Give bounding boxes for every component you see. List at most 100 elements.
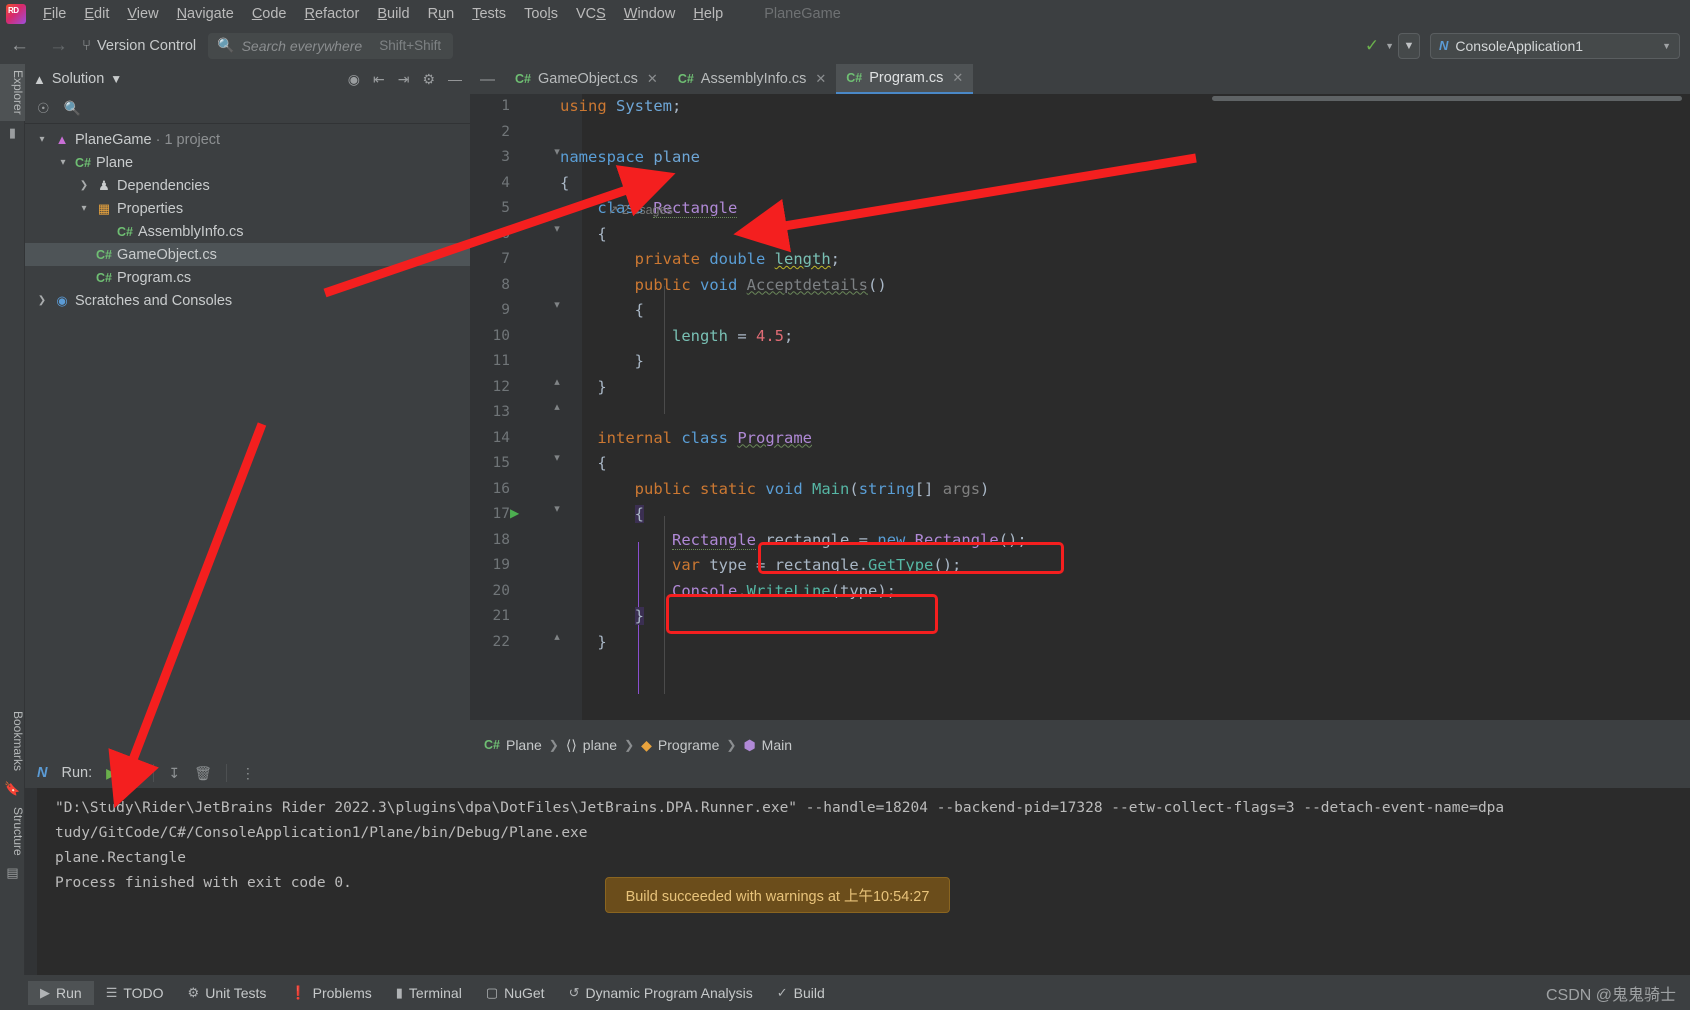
fold-marker[interactable]: ▴ [550, 400, 564, 413]
code-line[interactable]: 8 public void Acceptdetails() [470, 273, 1690, 299]
menu-navigate[interactable]: Navigate [168, 3, 243, 25]
fold-marker[interactable]: ▴ [550, 630, 564, 643]
code-line[interactable]: 15 { [470, 451, 1690, 477]
statusbar-item-terminal[interactable]: ▮ Terminal [384, 981, 474, 1005]
menu-file[interactable]: File [34, 3, 75, 25]
minimize-icon[interactable]: — [448, 71, 462, 87]
fold-marker[interactable]: ▾ [550, 298, 564, 311]
fold-marker[interactable]: ▴ [550, 375, 564, 388]
menu-help[interactable]: Help [684, 3, 732, 25]
forward-icon[interactable]: → [39, 35, 78, 57]
search-everywhere-field[interactable]: 🔍 Search everywhere Shift+Shift [208, 32, 454, 59]
editor-minimize-icon[interactable]: — [470, 64, 505, 94]
tab-gameobject[interactable]: C# GameObject.cs ✕ [505, 64, 668, 94]
bookmark-icon[interactable]: 🔖 [0, 777, 25, 801]
fold-marker[interactable]: ▾ [550, 502, 564, 515]
code-line[interactable]: 14 internal class Programe [470, 426, 1690, 452]
menu-code[interactable]: Code [243, 3, 296, 25]
run-config-chevron-button[interactable]: ▼ [1398, 32, 1420, 59]
code-line[interactable]: 4{ [470, 171, 1690, 197]
scroll-to-end-icon[interactable]: ↧ [168, 765, 180, 782]
trash-icon[interactable]: 🗑 [194, 765, 212, 782]
code-line[interactable]: 16 public static void Main(string[] args… [470, 477, 1690, 503]
statusbar-item-todo[interactable]: ☰ TODO [94, 981, 176, 1005]
statusbar-item-problems[interactable]: ❗ Problems [278, 981, 383, 1005]
statusbar-item-dynamic-program-analysis[interactable]: ↺ Dynamic Program Analysis [557, 981, 765, 1005]
menu-build[interactable]: Build [368, 3, 418, 25]
stop-icon[interactable]: ■ [131, 765, 139, 781]
code-text-area[interactable]: 1 using System; 2 3 namespace plane 4{5 class… [470, 94, 1690, 655]
code-line[interactable]: 17 { [470, 502, 1690, 528]
code-line[interactable]: 20 Console.WriteLine(type); [470, 579, 1690, 605]
code-line[interactable]: 2 [470, 120, 1690, 146]
tree-item-planegame[interactable]: ▾ ▲ PlaneGame · 1 project [25, 128, 470, 151]
run-configuration-selector[interactable]: N ConsoleApplication1 ▼ [1430, 32, 1680, 59]
rerun-icon[interactable]: ▶ [106, 765, 117, 782]
fold-marker[interactable]: ▾ [550, 451, 564, 464]
breadcrumb-item-method[interactable]: ⬢ Main [743, 737, 792, 754]
collapse-all-icon[interactable]: ⇥ [398, 71, 410, 88]
menu-edit[interactable]: Edit [75, 3, 118, 25]
code-line[interactable]: 18 Rectangle rectangle = new Rectangle()… [470, 528, 1690, 554]
code-line[interactable]: 1 using System; [470, 94, 1690, 120]
menu-view[interactable]: View [118, 3, 167, 25]
expand-all-icon[interactable]: ⇤ [373, 71, 385, 88]
close-icon[interactable]: ✕ [647, 71, 658, 87]
twisty-icon[interactable]: ❯ [35, 295, 49, 306]
code-line[interactable]: 9 { [470, 298, 1690, 324]
tree-item-scratches-and-consoles[interactable]: ❯ ◉ Scratches and Consoles [25, 289, 470, 312]
rail-bookmarks[interactable]: Bookmarks [0, 705, 25, 777]
breadcrumb-item-project[interactable]: C# Plane [484, 737, 542, 753]
build-dropdown-caret-icon[interactable]: ▼ [1385, 41, 1394, 51]
menu-vcs[interactable]: VCS [567, 3, 615, 25]
statusbar-item-build[interactable]: ✓ Build [765, 981, 837, 1005]
hammer-icon[interactable]: ✓ [1363, 36, 1381, 56]
locate-icon[interactable]: ◉ [348, 71, 360, 88]
tab-assemblyinfo[interactable]: C# AssemblyInfo.cs ✕ [667, 64, 837, 94]
code-line[interactable]: 10 length = 4.5; [470, 324, 1690, 350]
twisty-icon[interactable]: ▾ [77, 203, 91, 214]
code-line[interactable]: 21 } [470, 604, 1690, 630]
tree-item-plane[interactable]: ▾ C# Plane [25, 151, 470, 174]
fold-marker[interactable]: ▾ [550, 222, 564, 235]
tree-item-dependencies[interactable]: ❯ ♟ Dependencies [25, 174, 470, 197]
tab-program[interactable]: C# Program.cs ✕ [836, 64, 974, 94]
solution-view-chevron-icon[interactable]: ▼ [110, 72, 122, 86]
rail-explorer[interactable]: Explorer [0, 64, 25, 121]
code-line[interactable]: 22 } [470, 630, 1690, 656]
menu-window[interactable]: Window [615, 3, 685, 25]
menu-tools[interactable]: Tools [515, 3, 567, 25]
build-notification-toast[interactable]: Build succeeded with warnings at 上午10:54… [605, 877, 950, 913]
breadcrumb-item-class[interactable]: ◆ Programe [641, 737, 719, 754]
menu-tests[interactable]: Tests [463, 3, 515, 25]
code-line[interactable]: 3 namespace plane [470, 145, 1690, 171]
close-icon[interactable]: ✕ [815, 71, 826, 87]
more-options-icon[interactable]: ⋮ [241, 765, 255, 782]
code-line[interactable]: 6 { [470, 222, 1690, 248]
breadcrumb-item-namespace[interactable]: ⟨⟩ plane [566, 737, 617, 754]
statusbar-item-run[interactable]: ▶ Run [28, 980, 94, 1005]
tree-item-program-cs[interactable]: C# Program.cs [25, 266, 470, 289]
code-vision-usages[interactable]: ↗ 2 usages [608, 202, 673, 217]
twisty-icon[interactable]: ❯ [77, 180, 91, 191]
statusbar-item-unit-tests[interactable]: ⚙ Unit Tests [176, 981, 279, 1005]
back-icon[interactable]: ← [0, 35, 39, 57]
tree-item-assemblyinfo-cs[interactable]: C# AssemblyInfo.cs [25, 220, 470, 243]
filter-icon[interactable]: ☉ [37, 100, 50, 117]
code-line[interactable]: 11 } [470, 349, 1690, 375]
code-line[interactable]: 19 var type = rectangle.GetType(); [470, 553, 1690, 579]
settings-gear-icon[interactable]: ⚙ [422, 71, 435, 88]
version-control-button[interactable]: ⑂ Version Control [82, 37, 196, 54]
code-line[interactable]: 12 } [470, 375, 1690, 401]
run-arrow-icon[interactable]: ▶ [510, 506, 519, 520]
tree-item-properties[interactable]: ▾ ▦ Properties [25, 197, 470, 220]
code-editor[interactable]: 1 using System; 2 3 namespace plane 4{5 class… [470, 94, 1690, 720]
rail-structure[interactable]: Structure [0, 801, 25, 862]
code-line[interactable]: 7 private double length; [470, 247, 1690, 273]
close-icon[interactable]: ✕ [952, 70, 963, 86]
twisty-icon[interactable]: ▾ [56, 157, 70, 168]
menu-refactor[interactable]: Refactor [296, 3, 369, 25]
folder-icon[interactable]: ▮ [0, 121, 25, 145]
menu-run[interactable]: Run [419, 3, 464, 25]
search-icon[interactable]: 🔍 [64, 100, 81, 117]
